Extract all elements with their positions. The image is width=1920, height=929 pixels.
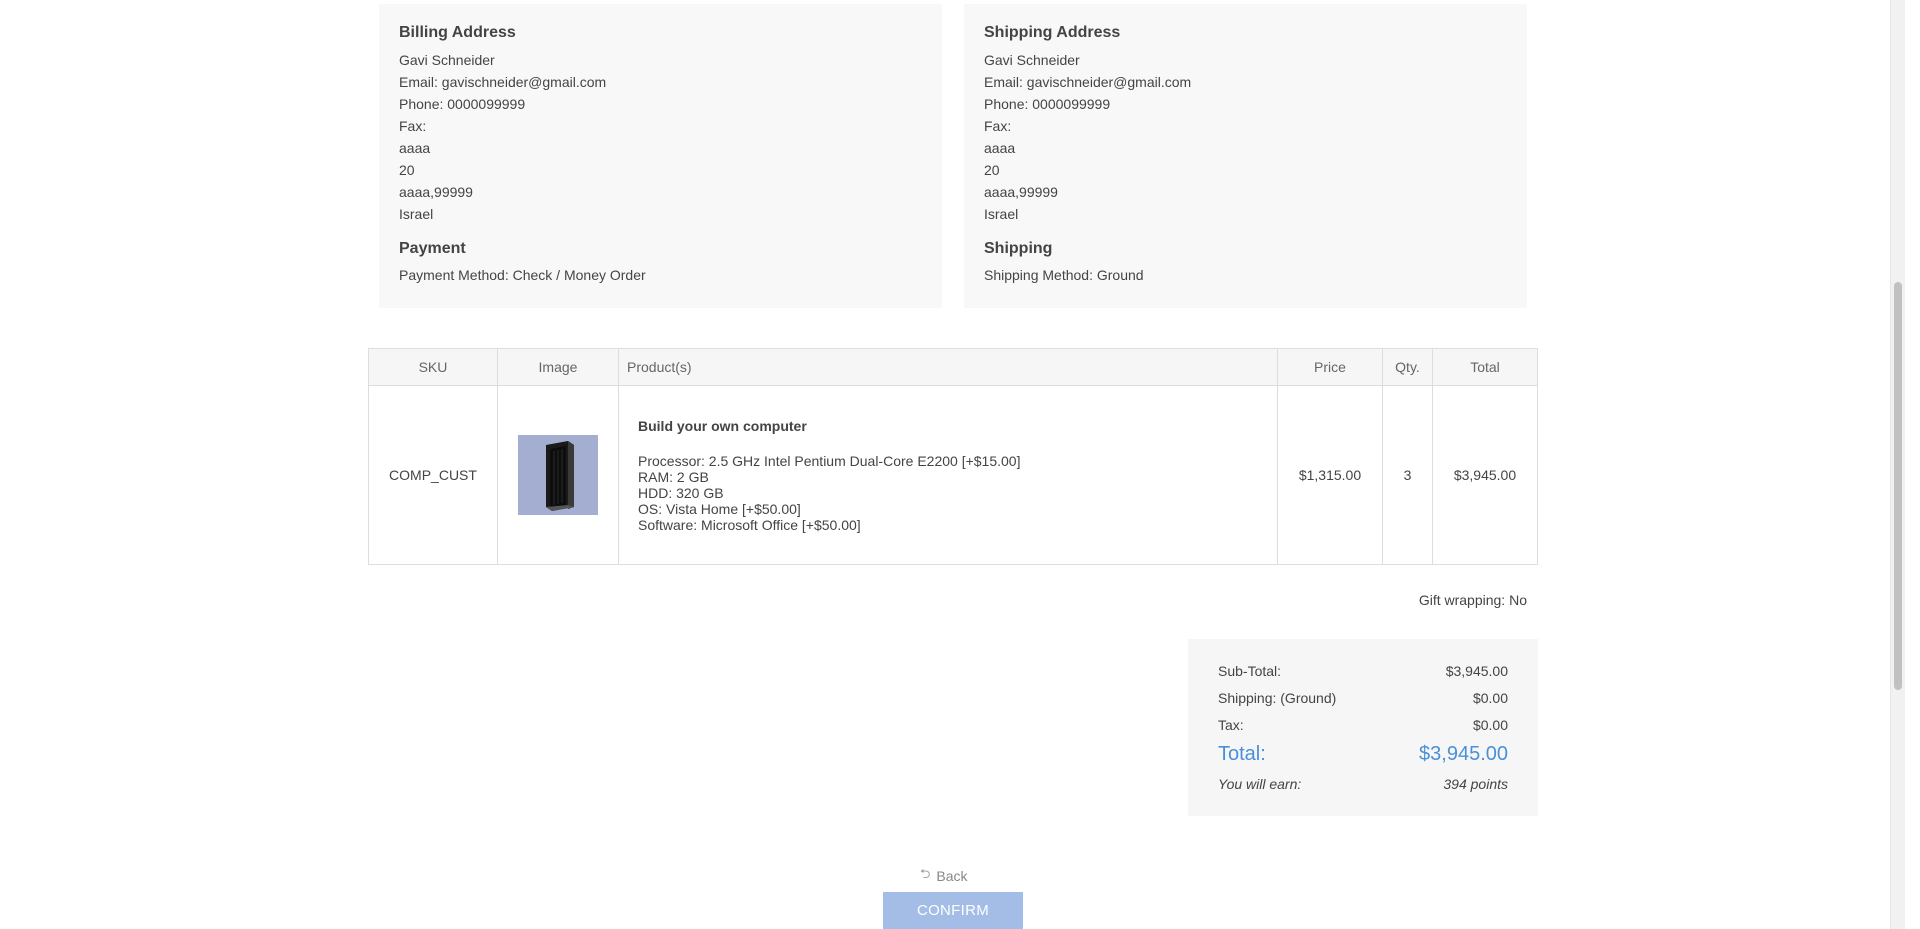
table-row: COMP_CUST Build your own computer Proces… <box>368 385 1538 565</box>
cell-sku: COMP_CUST <box>368 385 498 565</box>
product-attribute: RAM: 2 GB <box>638 468 709 485</box>
shipping-fax: Fax: <box>984 118 1012 134</box>
shipping-city-zip: aaaa,99999 <box>984 184 1058 200</box>
shipping-method: Shipping Method: Ground <box>984 267 1144 283</box>
confirm-button[interactable]: Confirm <box>883 892 1023 929</box>
gift-wrapping-info: Gift wrapping: No <box>1418 592 1527 608</box>
tax-row: Tax: $0.00 <box>1218 711 1508 738</box>
tax-label: Tax: <box>1218 716 1244 733</box>
payment-method: Payment Method: Check / Money Order <box>399 267 646 283</box>
shipping-address2: 20 <box>984 162 1000 178</box>
product-attribute: HDD: 320 GB <box>638 484 724 501</box>
header-price: Price <box>1277 348 1383 386</box>
table-header-row: SKU Image Product(s) Price Qty. Total <box>368 348 1538 386</box>
cart-table: SKU Image Product(s) Price Qty. Total CO… <box>368 348 1538 565</box>
tax-value: $0.00 <box>1472 716 1508 733</box>
billing-email: Email: gavischneider@gmail.com <box>399 74 607 90</box>
checkout-confirm-page: Billing Address Gavi Schneider Email: ga… <box>0 0 1905 929</box>
header-qty: Qty. <box>1382 348 1433 386</box>
vertical-scrollbar[interactable] <box>1890 0 1905 929</box>
product-attribute: Software: Microsoft Office [+$50.00] <box>638 516 861 533</box>
billing-address-title: Billing Address <box>399 24 516 41</box>
shipping-row: Shipping: (Ground) $0.00 <box>1218 684 1508 711</box>
billing-fax: Fax: <box>399 118 427 134</box>
shipping-phone: Phone: 0000099999 <box>984 96 1111 112</box>
shipping-address1: aaaa <box>984 140 1016 156</box>
shipping-cost-value: $0.00 <box>1472 689 1508 706</box>
total-value: $3,945.00 <box>1419 742 1508 765</box>
shipping-country: Israel <box>984 206 1019 222</box>
reward-points-row: You will earn: 394 points <box>1218 770 1508 797</box>
computer-tower-image[interactable] <box>518 435 598 515</box>
header-image: Image <box>497 348 619 386</box>
subtotal-value: $3,945.00 <box>1445 662 1508 679</box>
cell-price: $1,315.00 <box>1277 385 1383 565</box>
shipping-name: Gavi Schneider <box>984 52 1080 68</box>
subtotal-row: Sub-Total: $3,945.00 <box>1218 657 1508 684</box>
shipping-info-box: Shipping Address Gavi Schneider Email: g… <box>964 4 1527 308</box>
back-link[interactable]: ⮌ Back <box>920 865 968 887</box>
billing-info-box: Billing Address Gavi Schneider Email: ga… <box>379 4 942 308</box>
scrollbar-thumb[interactable] <box>1894 282 1902 690</box>
computer-tower-icon <box>546 441 574 511</box>
billing-country: Israel <box>399 206 434 222</box>
shipping-email: Email: gavischneider@gmail.com <box>984 74 1192 90</box>
shipping-title: Shipping <box>984 240 1053 257</box>
earn-label: You will earn: <box>1218 775 1302 792</box>
back-label: Back <box>936 868 968 884</box>
total-row: Total: $3,945.00 <box>1218 738 1508 770</box>
product-name-link[interactable]: Build your own computer <box>638 418 1269 434</box>
product-attribute: OS: Vista Home [+$50.00] <box>638 500 801 517</box>
header-total: Total <box>1432 348 1538 386</box>
product-attribute: Processor: 2.5 GHz Intel Pentium Dual-Co… <box>638 452 1021 469</box>
cell-qty: 3 <box>1382 385 1433 565</box>
order-totals: Sub-Total: $3,945.00 Shipping: (Ground) … <box>1188 639 1538 816</box>
shipping-cost-label: Shipping: (Ground) <box>1218 689 1337 706</box>
shipping-method-section: Shipping Shipping Method: Ground <box>984 239 1507 286</box>
billing-city-zip: aaaa,99999 <box>399 184 473 200</box>
header-product: Product(s) <box>618 348 1278 386</box>
billing-address2: 20 <box>399 162 415 178</box>
payment-section: Payment Payment Method: Check / Money Or… <box>399 239 922 286</box>
header-sku: SKU <box>368 348 498 386</box>
subtotal-label: Sub-Total: <box>1218 662 1282 679</box>
billing-phone: Phone: 0000099999 <box>399 96 526 112</box>
shipping-address-title: Shipping Address <box>984 24 1121 41</box>
earn-value: 394 points <box>1443 775 1508 792</box>
billing-name: Gavi Schneider <box>399 52 495 68</box>
cell-product: Build your own computer Processor: 2.5 G… <box>618 385 1278 565</box>
payment-title: Payment <box>399 240 466 257</box>
cell-total: $3,945.00 <box>1432 385 1538 565</box>
back-arrow-icon: ⮌ <box>920 866 931 881</box>
total-label: Total: <box>1218 742 1266 765</box>
billing-address1: aaaa <box>399 140 431 156</box>
cell-image <box>497 385 619 565</box>
